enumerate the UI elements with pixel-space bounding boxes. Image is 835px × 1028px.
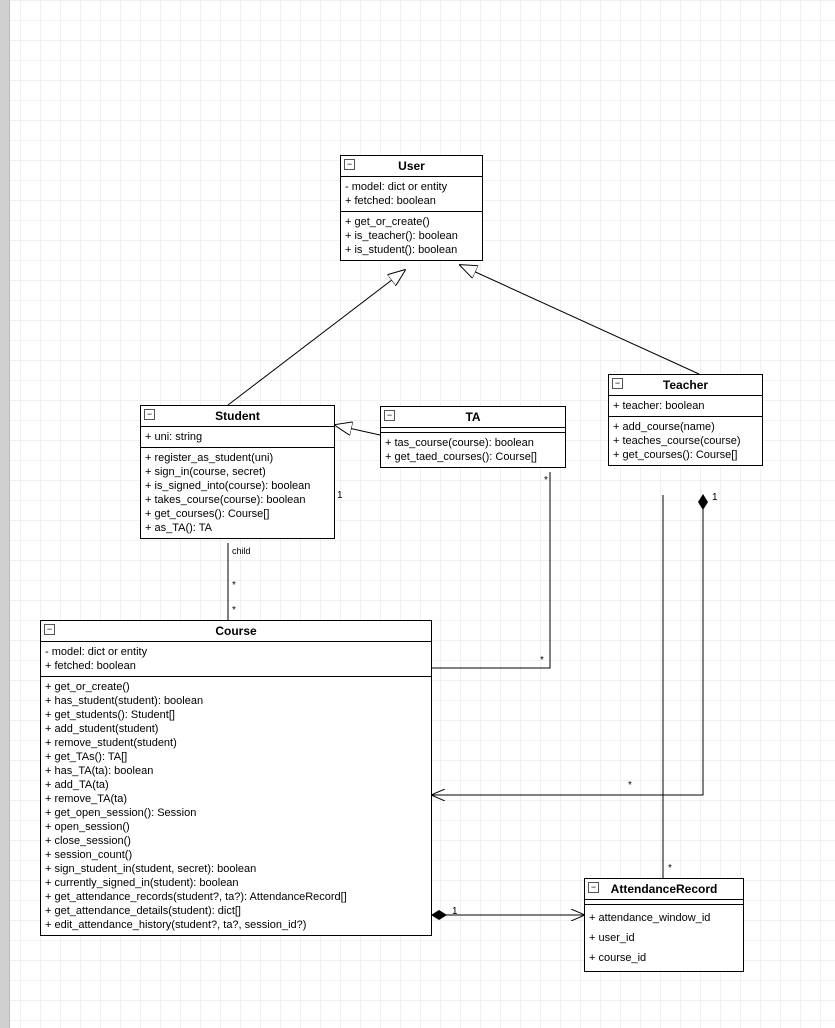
collapse-icon[interactable]: − <box>588 882 599 893</box>
op: + add_course(name) <box>613 420 758 434</box>
class-title: − User <box>341 156 482 177</box>
collapse-icon[interactable]: − <box>144 409 155 420</box>
collapse-icon[interactable]: − <box>612 378 623 389</box>
op: + is_signed_into(course): boolean <box>145 479 330 493</box>
op: + takes_course(course): boolean <box>145 493 330 507</box>
class-name: Course <box>215 624 256 638</box>
collapse-icon[interactable]: − <box>44 624 55 635</box>
op: + sign_in(course, secret) <box>145 465 330 479</box>
op: + open_session() <box>45 820 427 834</box>
ops: + register_as_student(uni) + sign_in(cou… <box>141 448 334 538</box>
class-student[interactable]: − Student + uni: string + register_as_st… <box>140 405 335 539</box>
op: + get_or_create() <box>345 215 478 229</box>
mult-1: 1 <box>452 906 458 917</box>
op: + register_as_student(uni) <box>145 451 330 465</box>
class-attendance-record[interactable]: − AttendanceRecord + attendance_window_i… <box>584 878 744 972</box>
op: + as_TA(): TA <box>145 521 330 535</box>
op: + add_TA(ta) <box>45 778 427 792</box>
ops: + attendance_window_id + user_id + cours… <box>585 905 743 971</box>
diagram-canvas: − User - model: dict or entity + fetched… <box>0 0 835 1028</box>
attr: + fetched: boolean <box>45 659 427 673</box>
class-title: − AttendanceRecord <box>585 879 743 900</box>
attrs: - model: dict or entity + fetched: boole… <box>341 177 482 212</box>
op: + session_count() <box>45 848 427 862</box>
op: + get_courses(): Course[] <box>613 448 758 462</box>
ops: + tas_course(course): boolean + get_taed… <box>381 433 565 467</box>
attr: + uni: string <box>145 430 330 444</box>
op: + has_student(student): boolean <box>45 694 427 708</box>
ops: + get_or_create() + has_student(student)… <box>41 677 431 935</box>
class-title: − Student <box>141 406 334 427</box>
op: + has_TA(ta): boolean <box>45 764 427 778</box>
mult-star: * <box>540 655 544 666</box>
op: + sign_student_in(student, secret): bool… <box>45 862 427 876</box>
op: + close_session() <box>45 834 427 848</box>
ops: + add_course(name) + teaches_course(cour… <box>609 417 762 465</box>
op: + get_attendance_records(student?, ta?):… <box>45 890 427 904</box>
attrs: - model: dict or entity + fetched: boole… <box>41 642 431 677</box>
class-teacher[interactable]: − Teacher + teacher: boolean + add_cours… <box>608 374 763 466</box>
class-title: − Course <box>41 621 431 642</box>
op: + get_or_create() <box>45 680 427 694</box>
op: + get_courses(): Course[] <box>145 507 330 521</box>
op: + add_student(student) <box>45 722 427 736</box>
mult-star: * <box>544 475 548 486</box>
class-course[interactable]: − Course - model: dict or entity + fetch… <box>40 620 432 936</box>
attr: + fetched: boolean <box>345 194 478 208</box>
op: + attendance_window_id <box>589 908 739 928</box>
op: + get_open_session(): Session <box>45 806 427 820</box>
mult-1: 1 <box>712 492 718 503</box>
left-rail <box>0 0 10 1028</box>
role-child: child <box>232 546 251 556</box>
class-user[interactable]: − User - model: dict or entity + fetched… <box>340 155 483 261</box>
op: + tas_course(course): boolean <box>385 436 561 450</box>
mult-star: * <box>668 863 672 874</box>
attr: - model: dict or entity <box>45 645 427 659</box>
class-ta[interactable]: − TA + tas_course(course): boolean + get… <box>380 406 566 468</box>
collapse-icon[interactable]: − <box>384 410 395 421</box>
op: + get_TAs(): TA[] <box>45 750 427 764</box>
ops: + get_or_create() + is_teacher(): boolea… <box>341 212 482 260</box>
mult-1: 1 <box>337 490 343 501</box>
mult-star: * <box>232 580 236 591</box>
class-name: User <box>398 159 425 173</box>
op: + get_students(): Student[] <box>45 708 427 722</box>
attr: + teacher: boolean <box>613 399 758 413</box>
op: + get_taed_courses(): Course[] <box>385 450 561 464</box>
class-name: Student <box>215 409 260 423</box>
class-name: Teacher <box>663 378 708 392</box>
mult-star: * <box>232 605 236 616</box>
op: + course_id <box>589 948 739 968</box>
collapse-icon[interactable]: − <box>344 159 355 170</box>
op: + user_id <box>589 928 739 948</box>
op: + edit_attendance_history(student?, ta?,… <box>45 918 427 932</box>
class-title: − Teacher <box>609 375 762 396</box>
attrs: + teacher: boolean <box>609 396 762 417</box>
op: + get_attendance_details(student): dict[… <box>45 904 427 918</box>
mult-star: * <box>628 780 632 791</box>
class-name: TA <box>465 410 480 424</box>
op: + remove_student(student) <box>45 736 427 750</box>
op: + is_teacher(): boolean <box>345 229 478 243</box>
op: + remove_TA(ta) <box>45 792 427 806</box>
class-name: AttendanceRecord <box>611 882 718 896</box>
op: + teaches_course(course) <box>613 434 758 448</box>
attrs: + uni: string <box>141 427 334 448</box>
class-title: − TA <box>381 407 565 428</box>
op: + currently_signed_in(student): boolean <box>45 876 427 890</box>
attr: - model: dict or entity <box>345 180 478 194</box>
op: + is_student(): boolean <box>345 243 478 257</box>
